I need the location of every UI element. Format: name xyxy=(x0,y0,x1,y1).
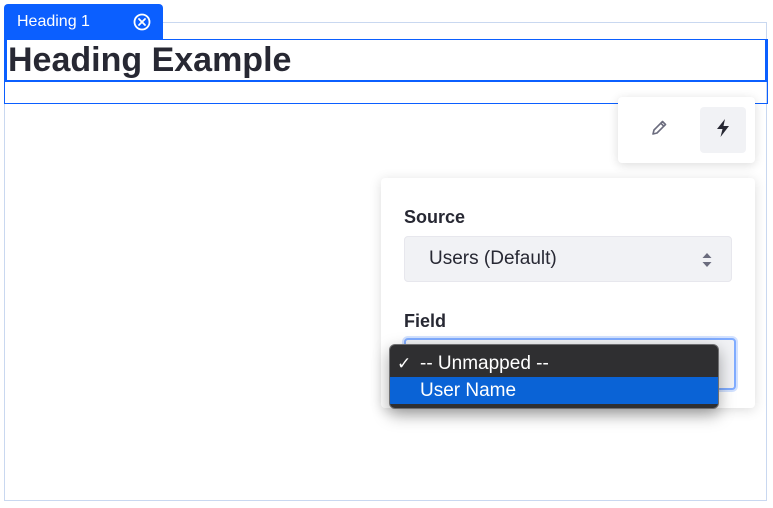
fragment-tab[interactable]: Heading 1 xyxy=(4,4,163,39)
close-circle-icon[interactable] xyxy=(133,13,151,31)
heading-text[interactable]: Heading Example xyxy=(7,43,291,77)
checkmark-icon: ✓ xyxy=(397,354,412,373)
bolt-icon xyxy=(714,118,732,143)
source-label: Source xyxy=(404,207,466,227)
source-select-value: Users (Default) xyxy=(429,248,557,269)
dropdown-option-label: User Name xyxy=(420,379,517,401)
fragment-tab-label: Heading 1 xyxy=(17,12,90,30)
edit-button[interactable] xyxy=(636,107,682,153)
field-dropdown-menu: ✓ -- Unmapped -- User Name xyxy=(389,344,719,409)
pencil-icon xyxy=(649,118,669,143)
select-arrows-icon xyxy=(701,250,713,270)
heading-editable-region[interactable]: Heading Example xyxy=(5,40,767,82)
dropdown-option-label: -- Unmapped -- xyxy=(420,352,549,374)
source-select[interactable]: Users (Default) xyxy=(404,236,732,282)
dropdown-option-user-name[interactable]: User Name xyxy=(390,377,718,404)
field-label: Field xyxy=(404,311,447,331)
heading-fragment[interactable]: Heading Example xyxy=(4,39,768,104)
map-button[interactable] xyxy=(700,107,746,153)
fragment-toolbar xyxy=(618,97,755,163)
dropdown-option-unmapped[interactable]: ✓ -- Unmapped -- xyxy=(390,350,718,377)
